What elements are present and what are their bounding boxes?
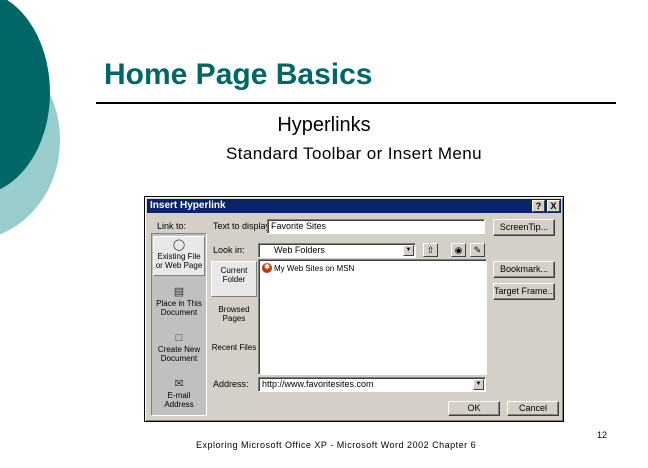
page-number: 12 [597, 430, 608, 440]
text-to-display-input[interactable]: Favorite Sites [267, 219, 485, 234]
list-item[interactable]: ✱ My Web Sites on MSN [262, 263, 354, 273]
bookmark-button[interactable]: Bookmark... [493, 261, 555, 278]
slide-subtitle: Hyperlinks [277, 114, 371, 136]
cancel-button[interactable]: Cancel [507, 401, 559, 416]
link-to-bar: ◯ Existing File or Web Page ▤ Place in T… [151, 233, 207, 416]
tab-recent-files[interactable]: Recent Files [211, 343, 257, 367]
ok-button[interactable]: OK [448, 401, 500, 416]
title-divider [96, 102, 616, 104]
dialog-title: Insert Hyperlink [150, 200, 226, 211]
new-document-icon: □ [175, 332, 183, 344]
up-folder-icon[interactable]: ⇧ [423, 243, 438, 257]
browse-file-icon[interactable]: ✎ [470, 243, 485, 257]
email-icon: ✉ [174, 378, 184, 390]
slide-title: Home Page Basics [104, 58, 373, 91]
tab-browsed-pages[interactable]: Browsed Pages [211, 305, 257, 329]
link-to-new-document[interactable]: □ Create New Document [153, 330, 205, 370]
file-list[interactable]: ✱ My Web Sites on MSN [258, 259, 487, 375]
link-to-label: Link to: [157, 221, 187, 231]
insert-hyperlink-dialog: Insert Hyperlink ? X Link to: Text to di… [144, 196, 564, 422]
target-frame-button[interactable]: Target Frame... [493, 283, 555, 300]
chevron-down-icon[interactable]: ▼ [473, 379, 484, 390]
globe-page-icon: ◯ [172, 239, 186, 251]
text-to-display-label: Text to display: [213, 221, 273, 231]
help-button[interactable]: ? [532, 200, 545, 212]
address-input[interactable]: http://www.favoritesites.com ▼ [258, 377, 486, 392]
slide-footer: Exploring Microsoft Office XP - Microsof… [196, 440, 477, 450]
slide-subheading: Standard Toolbar or Insert Menu [226, 144, 482, 163]
link-to-email-address[interactable]: ✉ E-mail Address [153, 376, 205, 412]
browse-web-icon[interactable]: ◉ [451, 243, 466, 257]
msn-icon: ✱ [262, 263, 272, 273]
document-icon: ▤ [173, 286, 185, 298]
link-to-existing-file[interactable]: ◯ Existing File or Web Page [153, 236, 205, 276]
screentip-button[interactable]: ScreenTip... [493, 219, 555, 236]
dialog-titlebar: Insert Hyperlink ? X [147, 199, 561, 213]
chevron-down-icon[interactable]: ▼ [403, 245, 414, 256]
look-in-label: Look in: [213, 245, 245, 255]
look-in-select[interactable]: Web Folders ▼ [258, 243, 416, 258]
tab-current-folder[interactable]: Current Folder [211, 261, 257, 297]
close-button[interactable]: X [547, 200, 560, 212]
browse-tabs: Current Folder Browsed Pages Recent File… [211, 261, 257, 381]
address-label: Address: [213, 379, 249, 389]
link-to-place-in-document[interactable]: ▤ Place in This Document [153, 284, 205, 324]
